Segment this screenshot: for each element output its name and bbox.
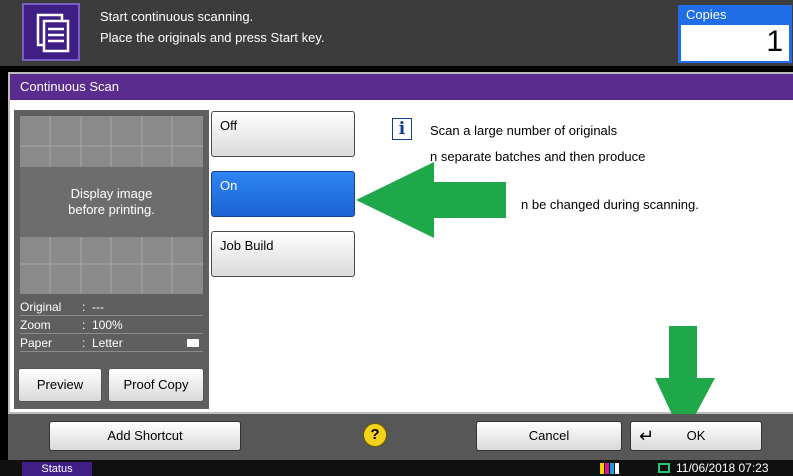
preview-message-line1: Display image bbox=[70, 186, 153, 201]
status-button[interactable]: Status bbox=[22, 462, 92, 476]
option-job-build-button[interactable]: Job Build bbox=[211, 231, 355, 277]
copies-value-box[interactable]: 1 bbox=[681, 25, 789, 61]
paper-label: Paper bbox=[20, 336, 53, 350]
option-off-label: Off bbox=[220, 118, 238, 133]
option-job-build-label: Job Build bbox=[220, 238, 274, 253]
description-line1: Scan a large number of originals bbox=[430, 123, 618, 138]
paper-separator: : bbox=[82, 336, 86, 350]
original-value: --- bbox=[92, 300, 104, 314]
paper-icon bbox=[187, 339, 199, 347]
panel-title-bar: Continuous Scan bbox=[10, 74, 793, 100]
date-time: 11/06/2018 07:23 bbox=[676, 461, 769, 475]
option-off-button[interactable]: Off bbox=[211, 111, 355, 157]
add-shortcut-button[interactable]: Add Shortcut bbox=[49, 421, 241, 451]
original-label: Original bbox=[20, 300, 62, 314]
zoom-row: Zoom : 100% bbox=[20, 316, 203, 334]
bottom-bar: Add Shortcut ? Cancel ↵ OK bbox=[8, 414, 793, 460]
toner-level-icon bbox=[600, 463, 620, 474]
description-line3: n be changed during scanning. bbox=[521, 197, 699, 212]
zoom-value: 100% bbox=[92, 318, 123, 332]
zoom-separator: : bbox=[82, 318, 86, 332]
help-icon[interactable]: ? bbox=[363, 423, 387, 447]
network-icon bbox=[658, 463, 670, 473]
panel-title: Continuous Scan bbox=[20, 79, 120, 94]
paper-value: Letter bbox=[92, 336, 123, 350]
copies-value: 1 bbox=[766, 25, 783, 58]
preview-area: Display image before printing. Original … bbox=[14, 110, 209, 409]
option-on-label: On bbox=[220, 178, 238, 193]
ok-label: OK bbox=[686, 428, 706, 443]
status-bar: Status 11/06/2018 07:23 bbox=[0, 460, 793, 476]
zoom-label: Zoom bbox=[20, 318, 51, 332]
header-message-line2: Place the originals and press Start key. bbox=[100, 30, 325, 45]
info-icon: i bbox=[392, 118, 412, 140]
document-scan-icon bbox=[22, 3, 80, 61]
original-row: Original : --- bbox=[20, 298, 203, 316]
original-separator: : bbox=[82, 300, 86, 314]
arrow-left-annotation-icon bbox=[356, 162, 506, 238]
enter-icon: ↵ bbox=[639, 426, 655, 446]
header-message-line1: Start continuous scanning. bbox=[100, 9, 254, 24]
copies-field[interactable]: Copies 1 bbox=[678, 5, 792, 63]
paper-row: Paper : Letter bbox=[20, 334, 203, 352]
copies-label: Copies bbox=[686, 7, 727, 22]
cancel-button[interactable]: Cancel bbox=[476, 421, 622, 451]
ok-button[interactable]: ↵ OK bbox=[630, 421, 762, 451]
header-bar: Start continuous scanning. Place the ori… bbox=[0, 0, 793, 66]
preview-button[interactable]: Preview bbox=[18, 368, 102, 402]
option-on-button[interactable]: On bbox=[211, 171, 355, 217]
proof-copy-button[interactable]: Proof Copy bbox=[108, 368, 204, 402]
preview-message-line2: before printing. bbox=[68, 202, 155, 217]
